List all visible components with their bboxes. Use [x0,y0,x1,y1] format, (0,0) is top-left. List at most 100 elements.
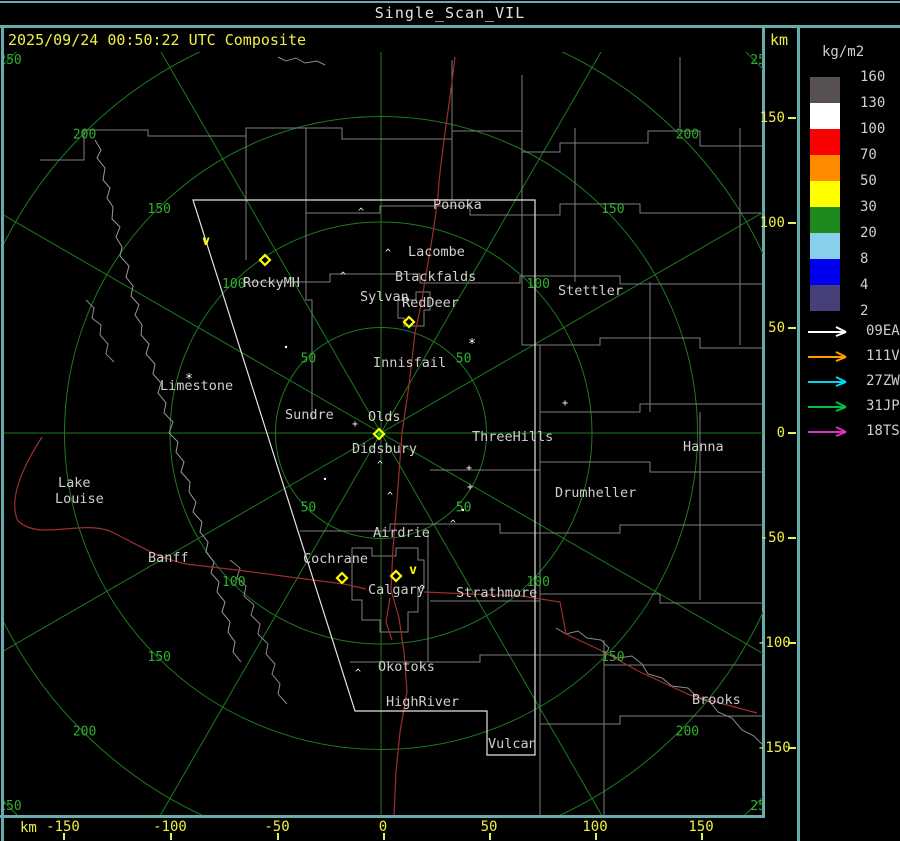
city-label: Didsbury [352,441,417,457]
right-axis-tick-label: 50 [768,320,785,336]
range-ring-label: 50 [456,501,472,516]
bottom-axis-tick [170,833,172,840]
right-axis-tick-label: -100 [757,635,791,651]
city-label: Olds [368,409,401,425]
city-label: Strathmore [456,585,537,601]
point-marker: ^ [419,584,425,595]
radar-application-window: { "title_bar": { "title": "Single_Scan_V… [0,0,900,841]
city-label: RedDeer [402,295,459,311]
scale-value-label: 130 [860,95,886,111]
point-marker [461,508,465,512]
scale-color-block [810,155,840,181]
station-code-label: 31JP [866,397,900,414]
highway [385,597,393,641]
range-ring-label: 250 [750,53,773,68]
scale-color-block [810,77,840,103]
point-marker: ^ [387,491,393,502]
scale-value-label: 160 [860,69,886,85]
range-ring-label: 200 [676,724,699,739]
county-boundary [305,128,313,420]
county-boundary [300,523,762,534]
terrain-boundary [94,139,242,663]
point-marker: ^ [355,668,361,679]
station-legend-item: 27ZW [806,368,900,393]
point-marker: + [562,398,568,409]
color-scale-unit-label: kg/m2 [822,44,865,60]
scale-color-block [810,233,840,259]
scale-value-label: 8 [860,251,869,267]
city-label: Okotoks [378,659,435,675]
right-axis-tick [788,747,796,749]
city-label: Innisfail [373,355,446,371]
map-layers: 5050505010010010010015015015015020020020… [0,52,773,815]
bottom-axis-tick [701,833,703,840]
scale-value-label: 4 [860,277,869,293]
terrain-boundary [277,56,326,66]
storm-arrow-icon: v [202,234,210,249]
station-legend-item: 31JP [806,393,900,418]
range-ring-label: 200 [676,128,699,143]
station-code-label: 09EA [866,322,900,339]
station-arrow-icon [808,375,847,387]
scale-value-label: 2 [860,303,869,319]
right-axis-tick [788,117,796,119]
scale-value-label: 50 [860,173,877,189]
county-boundary [244,273,762,285]
city-label: Drumheller [555,485,636,501]
city-label: Hanna [683,439,724,455]
station-arrow-icon [808,325,847,337]
point-marker: + [466,463,472,474]
right-axis-tick [788,327,796,329]
scale-color-block [810,285,840,311]
right-axis-tick-label: 0 [776,425,785,441]
bottom-axis-tick [277,833,279,840]
range-ring-label: 150 [147,202,170,217]
scale-value-label: 70 [860,147,877,163]
station-arrow-icon [808,425,847,437]
range-ring-label: 150 [601,650,624,665]
city-label: HighRiver [386,694,459,710]
county-boundary [430,461,762,473]
right-axis-tick [788,642,796,644]
radar-site-diamond-icon [258,253,272,267]
range-ring-label: 250 [0,53,22,68]
bottom-axis-tick [489,833,491,840]
county-boundary [306,203,762,216]
range-ring-label: 150 [601,202,624,217]
scale-color-block [810,207,840,233]
city-label: Cochrane [303,551,368,567]
point-marker: ^ [450,519,456,530]
radar-map[interactable]: 5050505010010010010015015015015020020020… [0,0,900,841]
range-radial [380,432,763,655]
scale-color-block [810,259,840,285]
right-axis-tick [788,222,796,224]
city-label: Lacombe [408,244,465,260]
range-ring-label: 200 [73,724,96,739]
city-label: Lake [58,475,91,491]
radar-site-diamond-icon [389,569,403,583]
point-marker [284,345,288,349]
county-boundary [40,127,762,161]
city-label: RockyMH [243,275,300,291]
point-marker: + [352,419,358,430]
station-arrow-icon [808,350,847,362]
right-axis-tick-label: 150 [759,110,785,126]
right-axis-tick [788,432,796,434]
range-ring-label: 50 [301,501,317,516]
scale-value-label: 100 [860,121,886,137]
right-axis-tick-label: -50 [759,530,785,546]
color-scale: 160 130 100 70 50 30 20 8 4 2 [810,69,900,319]
station-arrow-icon [808,400,847,412]
range-ring-label: 150 [147,650,170,665]
range-ring-label: 100 [526,277,549,292]
scale-value-label: 30 [860,199,877,215]
range-ring-label: 100 [222,575,245,590]
city-label: Limestone [160,378,233,394]
range-ring-label: 50 [301,351,317,366]
station-legend-item: 111V [806,343,900,368]
city-label: Calgary [368,582,425,598]
point-marker: * [185,372,193,387]
bottom-axis-tick [383,833,385,840]
county-boundary [540,715,762,725]
city-label: Stettler [558,283,623,299]
